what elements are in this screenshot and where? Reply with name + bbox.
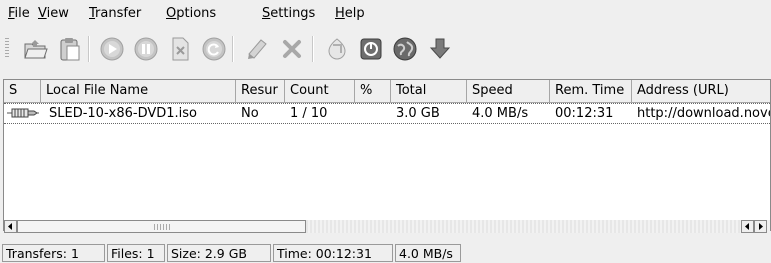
menu-options[interactable]: Options [166, 6, 216, 21]
menu-help[interactable]: Help [335, 6, 365, 21]
web-integration-icon[interactable] [391, 35, 419, 63]
delete-icon[interactable] [166, 35, 194, 63]
table-header: S Local File Name Resur Count % Total Sp… [4, 80, 770, 103]
cell-percent [355, 104, 391, 123]
status-transfers: Transfers: 1 [2, 244, 105, 262]
cell-speed: 4.0 MB/s [472, 106, 529, 121]
column-header-resume[interactable]: Resur [236, 80, 285, 102]
restart-icon[interactable] [200, 35, 228, 63]
clipboard-icon[interactable] [244, 35, 272, 63]
column-header-total[interactable]: Total [391, 80, 467, 102]
scroll-left-icon [745, 223, 749, 230]
scrollbar-track[interactable] [306, 220, 741, 233]
column-header-address-url[interactable]: Address (URL) [632, 80, 770, 102]
scrollbar-grip [154, 224, 172, 230]
cell-resume: No [241, 106, 259, 121]
menu-bar: File View Transfer Options Settings Help [0, 0, 771, 26]
status-time: Time: 00:12:31 [273, 244, 393, 262]
table-row[interactable]: SLED-10-x86-DVD1.iso No 1 / 10 3.0 GB 4.… [4, 103, 770, 124]
status-speed: 4.0 MB/s [395, 244, 461, 262]
cell-total: 3.0 GB [396, 106, 440, 121]
column-header-count[interactable]: Count [285, 80, 355, 102]
scroll-left-button[interactable] [4, 220, 17, 233]
menu-transfer[interactable]: Transfer [89, 6, 141, 21]
scroll-right-icon [759, 223, 763, 230]
transfer-list[interactable]: S Local File Name Resur Count % Total Sp… [3, 79, 771, 231]
column-header-status[interactable]: S [4, 80, 41, 102]
toolbar-separator [88, 36, 90, 62]
toolbar-separator [312, 36, 314, 62]
cell-count: 1 / 10 [290, 106, 328, 121]
menu-file[interactable]: File [8, 6, 30, 21]
offline-mode-icon[interactable] [357, 35, 385, 63]
horizontal-scrollbar[interactable] [4, 220, 770, 234]
status-files: Files: 1 [107, 244, 165, 262]
column-header-local-file-name[interactable]: Local File Name [41, 80, 236, 102]
column-header-rem-time[interactable]: Rem. Time [550, 80, 632, 102]
scroll-left-icon [8, 223, 12, 230]
cell-address-url: http://download.novell.com [637, 106, 770, 121]
open-folder-icon[interactable] [22, 35, 50, 63]
cell-local-file-name: SLED-10-x86-DVD1.iso [49, 106, 197, 121]
start-icon[interactable] [98, 35, 126, 63]
scroll-left-button-2[interactable] [741, 220, 754, 233]
toolbar-separator [232, 36, 234, 62]
transfer-status-icon [4, 104, 41, 123]
toolbar [0, 26, 771, 70]
drop-target-icon[interactable] [323, 35, 351, 63]
toolbar-grip[interactable] [5, 38, 9, 58]
pause-icon[interactable] [132, 35, 160, 63]
status-size: Size: 2.9 GB [167, 244, 271, 262]
menu-settings[interactable]: Settings [262, 6, 315, 21]
remove-icon[interactable] [278, 35, 306, 63]
column-header-speed[interactable]: Speed [467, 80, 550, 102]
cell-rem-time: 00:12:31 [555, 106, 614, 121]
column-header-percent[interactable]: % [355, 80, 391, 102]
scroll-right-button[interactable] [754, 220, 767, 233]
status-bar: Transfers: 1 Files: 1 Size: 2.9 GB Time:… [0, 242, 771, 263]
scrollbar-thumb[interactable] [17, 220, 306, 233]
download-arrow-icon[interactable] [426, 35, 454, 63]
paste-icon[interactable] [56, 35, 84, 63]
menu-view[interactable]: View [38, 6, 69, 21]
